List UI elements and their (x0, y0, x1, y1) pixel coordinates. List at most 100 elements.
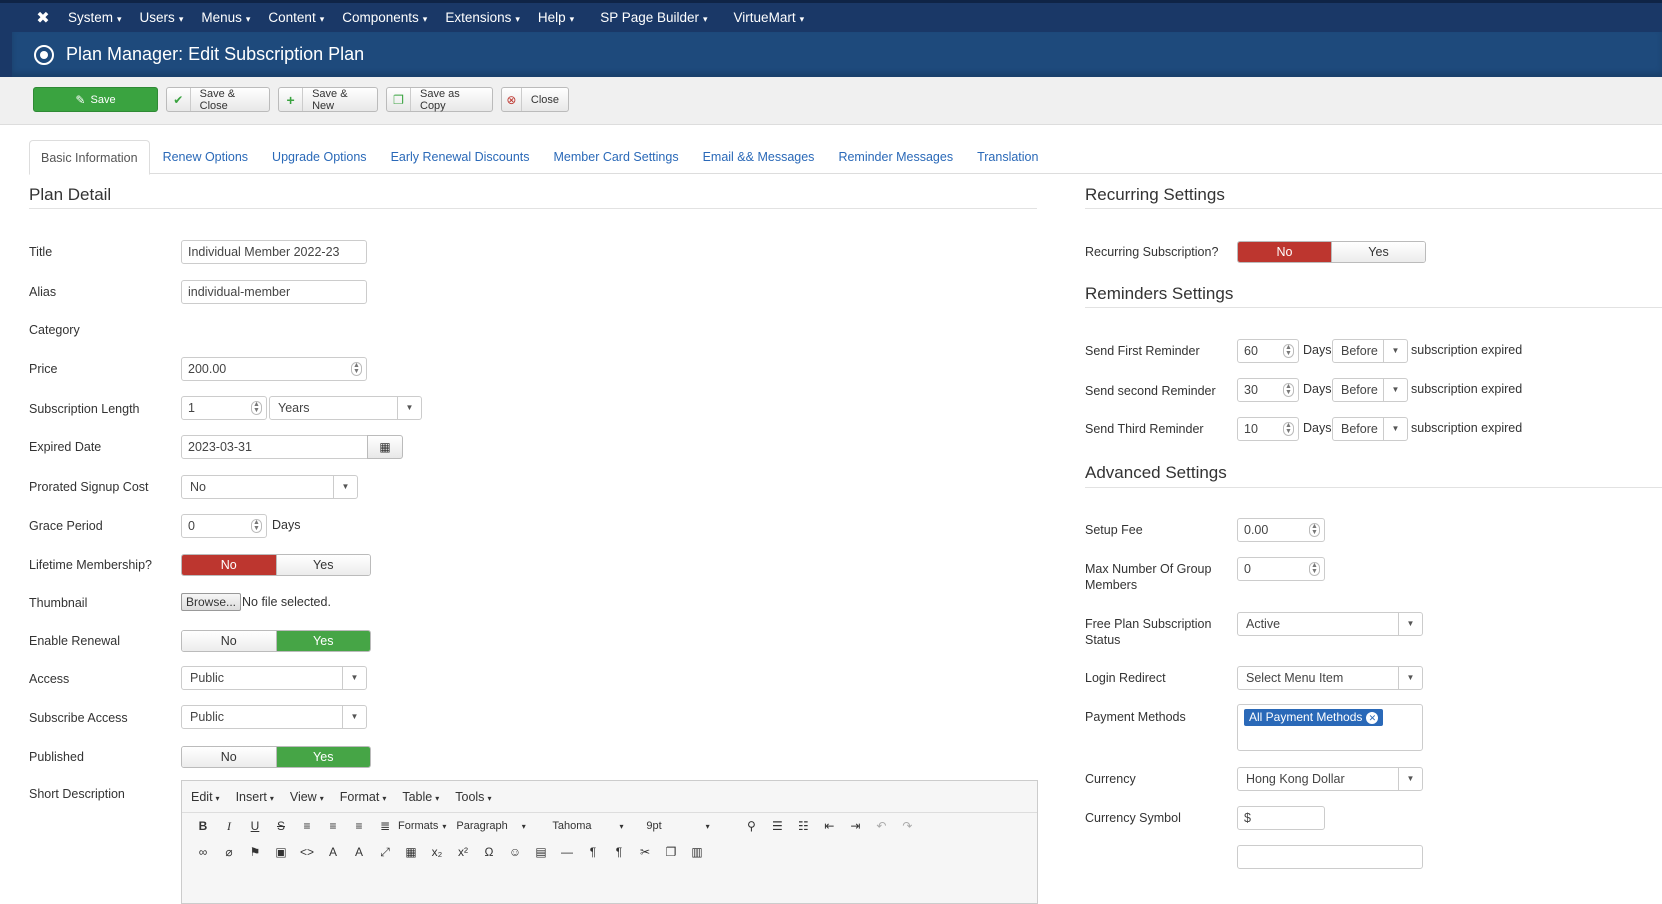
max-group-members-input[interactable]: 0 ▲ ▼ (1237, 557, 1325, 581)
published-no-option[interactable]: No (182, 747, 276, 767)
align-left-icon[interactable]: ≡ (294, 819, 320, 833)
expired-date-input[interactable]: 2023-03-31 (181, 435, 368, 459)
paragraph-select[interactable]: Paragraph ▾ (456, 820, 542, 832)
setup-fee-input[interactable]: 0.00 ▲ ▼ (1237, 518, 1325, 542)
currency-symbol-input[interactable]: $ (1237, 806, 1325, 830)
grace-period-input[interactable]: 0 ▲ ▼ (181, 514, 267, 538)
second-reminder-input[interactable]: 30 ▲ ▼ (1237, 378, 1299, 402)
remove-tag-icon[interactable]: ✕ (1366, 712, 1379, 724)
menu-components[interactable]: Components ▾ (342, 10, 427, 25)
recurring-yes-option[interactable]: Yes (1331, 242, 1425, 262)
unlink-icon[interactable]: ⌀ (216, 845, 242, 859)
code-icon[interactable]: <> (294, 845, 320, 859)
save-new-button[interactable]: + Save & New (278, 87, 378, 112)
save-button[interactable]: ✎ Save (33, 87, 158, 112)
font-family-select[interactable]: Tahoma ▾ (552, 820, 636, 832)
first-reminder-when-select[interactable]: Before ▼ (1332, 339, 1408, 363)
background-color-icon[interactable]: A (346, 845, 372, 859)
spinner-icon[interactable]: ▲ ▼ (351, 362, 362, 376)
paste-icon[interactable]: ▥ (684, 845, 710, 859)
bold-icon[interactable]: B (190, 819, 216, 833)
published-yes-option[interactable]: Yes (275, 747, 370, 767)
partial-next-field[interactable] (1237, 845, 1423, 869)
editor-menu-insert[interactable]: Insert ▾ (236, 790, 274, 804)
joomla-logo-icon[interactable]: ✖ (32, 7, 54, 29)
spinner-icon[interactable]: ▲ ▼ (1283, 344, 1294, 358)
menu-content[interactable]: Content ▾ (268, 10, 324, 25)
underline-icon[interactable]: U (242, 819, 268, 833)
find-icon[interactable]: ⚲ (738, 819, 764, 833)
numbered-list-icon[interactable]: ☷ (790, 819, 816, 833)
emoticon-icon[interactable]: ☺ (502, 845, 528, 859)
lifetime-yes-option[interactable]: Yes (275, 555, 370, 575)
tab-early-renewal-discounts[interactable]: Early Renewal Discounts (380, 140, 541, 174)
paragraph-ltr-icon[interactable]: ¶ (580, 845, 606, 859)
third-reminder-when-select[interactable]: Before ▼ (1332, 417, 1408, 441)
editor-menu-edit[interactable]: Edit ▾ (191, 790, 220, 804)
indent-icon[interactable]: ⇥ (842, 819, 868, 833)
table-icon[interactable]: ▦ (398, 845, 424, 859)
spinner-icon[interactable]: ▲ ▼ (251, 401, 262, 415)
renewal-no-option[interactable]: No (182, 631, 276, 651)
anchor-icon[interactable]: ⚑ (242, 845, 268, 859)
menu-users[interactable]: Users ▾ (140, 10, 184, 25)
calendar-icon[interactable]: ▦ (367, 435, 403, 459)
tab-translation[interactable]: Translation (966, 140, 1049, 174)
spinner-icon[interactable]: ▲ ▼ (1309, 562, 1320, 576)
first-reminder-input[interactable]: 60 ▲ ▼ (1237, 339, 1299, 363)
editor-menu-view[interactable]: View ▾ (290, 790, 324, 804)
align-center-icon[interactable]: ≡ (320, 819, 346, 833)
browse-button[interactable]: Browse... (181, 593, 242, 611)
lifetime-no-option[interactable]: No (182, 555, 276, 575)
copy-icon[interactable]: ❐ (658, 845, 684, 859)
horizontal-rule-icon[interactable]: — (554, 845, 580, 859)
fullscreen-icon[interactable]: ⤢ (372, 845, 398, 860)
menu-virtuemart[interactable]: VirtueMart ▾ (734, 10, 805, 25)
save-as-copy-button[interactable]: ❐ Save as Copy (386, 87, 493, 112)
superscript-icon[interactable]: x² (450, 845, 476, 859)
tab-basic-information[interactable]: Basic Information (29, 140, 150, 175)
text-color-icon[interactable]: A (320, 845, 346, 859)
price-input[interactable]: 200.00 ▲ ▼ (181, 357, 367, 381)
menu-system[interactable]: System ▾ (68, 10, 122, 25)
access-select[interactable]: Public ▼ (181, 666, 367, 690)
editor-menu-format[interactable]: Format ▾ (340, 790, 387, 804)
subscript-icon[interactable]: x₂ (424, 845, 450, 859)
menu-sp-page-builder[interactable]: SP Page Builder ▾ (600, 10, 707, 25)
spinner-icon[interactable]: ▲ ▼ (1283, 383, 1294, 397)
currency-select[interactable]: Hong Kong Dollar ▼ (1237, 767, 1423, 791)
title-input[interactable]: Individual Member 2022-23 (181, 240, 367, 264)
subscription-length-unit-select[interactable]: Years ▼ (269, 396, 422, 420)
tab-upgrade-options[interactable]: Upgrade Options (261, 140, 378, 174)
alias-input[interactable]: individual-member (181, 280, 367, 304)
undo-icon[interactable]: ↶ (868, 819, 894, 833)
redo-icon[interactable]: ↷ (894, 819, 920, 833)
tab-reminder-messages[interactable]: Reminder Messages (827, 140, 964, 174)
second-reminder-when-select[interactable]: Before ▼ (1332, 378, 1408, 402)
payment-methods-multiselect[interactable]: All Payment Methods ✕ (1237, 704, 1423, 751)
media-icon[interactable]: ▤ (528, 845, 554, 859)
recurring-no-option[interactable]: No (1238, 242, 1331, 262)
subscribe-access-select[interactable]: Public ▼ (181, 705, 367, 729)
bullet-list-icon[interactable]: ☰ (764, 819, 790, 833)
subscription-length-input[interactable]: 1 ▲ ▼ (181, 396, 267, 420)
spinner-icon[interactable]: ▲ ▼ (251, 519, 262, 533)
image-icon[interactable]: ▣ (268, 845, 294, 859)
spinner-icon[interactable]: ▲ ▼ (1309, 523, 1320, 537)
cut-icon[interactable]: ✂ (632, 845, 658, 859)
menu-extensions[interactable]: Extensions ▾ (445, 10, 520, 25)
tab-renew-options[interactable]: Renew Options (152, 140, 259, 174)
align-right-icon[interactable]: ≡ (346, 819, 372, 833)
save-close-button[interactable]: ✔ Save & Close (166, 87, 270, 112)
editor-menu-tools[interactable]: Tools ▾ (455, 790, 491, 804)
menu-help[interactable]: Help ▾ (538, 10, 574, 25)
strikethrough-icon[interactable]: S (268, 819, 294, 833)
prorated-signup-cost-select[interactable]: No ▼ (181, 475, 358, 499)
login-redirect-select[interactable]: Select Menu Item ▼ (1237, 666, 1423, 690)
menu-menus[interactable]: Menus ▾ (201, 10, 250, 25)
outdent-icon[interactable]: ⇤ (816, 819, 842, 833)
third-reminder-input[interactable]: 10 ▲ ▼ (1237, 417, 1299, 441)
link-icon[interactable]: ∞ (190, 845, 216, 859)
formats-select[interactable]: Formats ▾ (398, 820, 446, 832)
justify-icon[interactable]: ≣ (372, 819, 398, 833)
